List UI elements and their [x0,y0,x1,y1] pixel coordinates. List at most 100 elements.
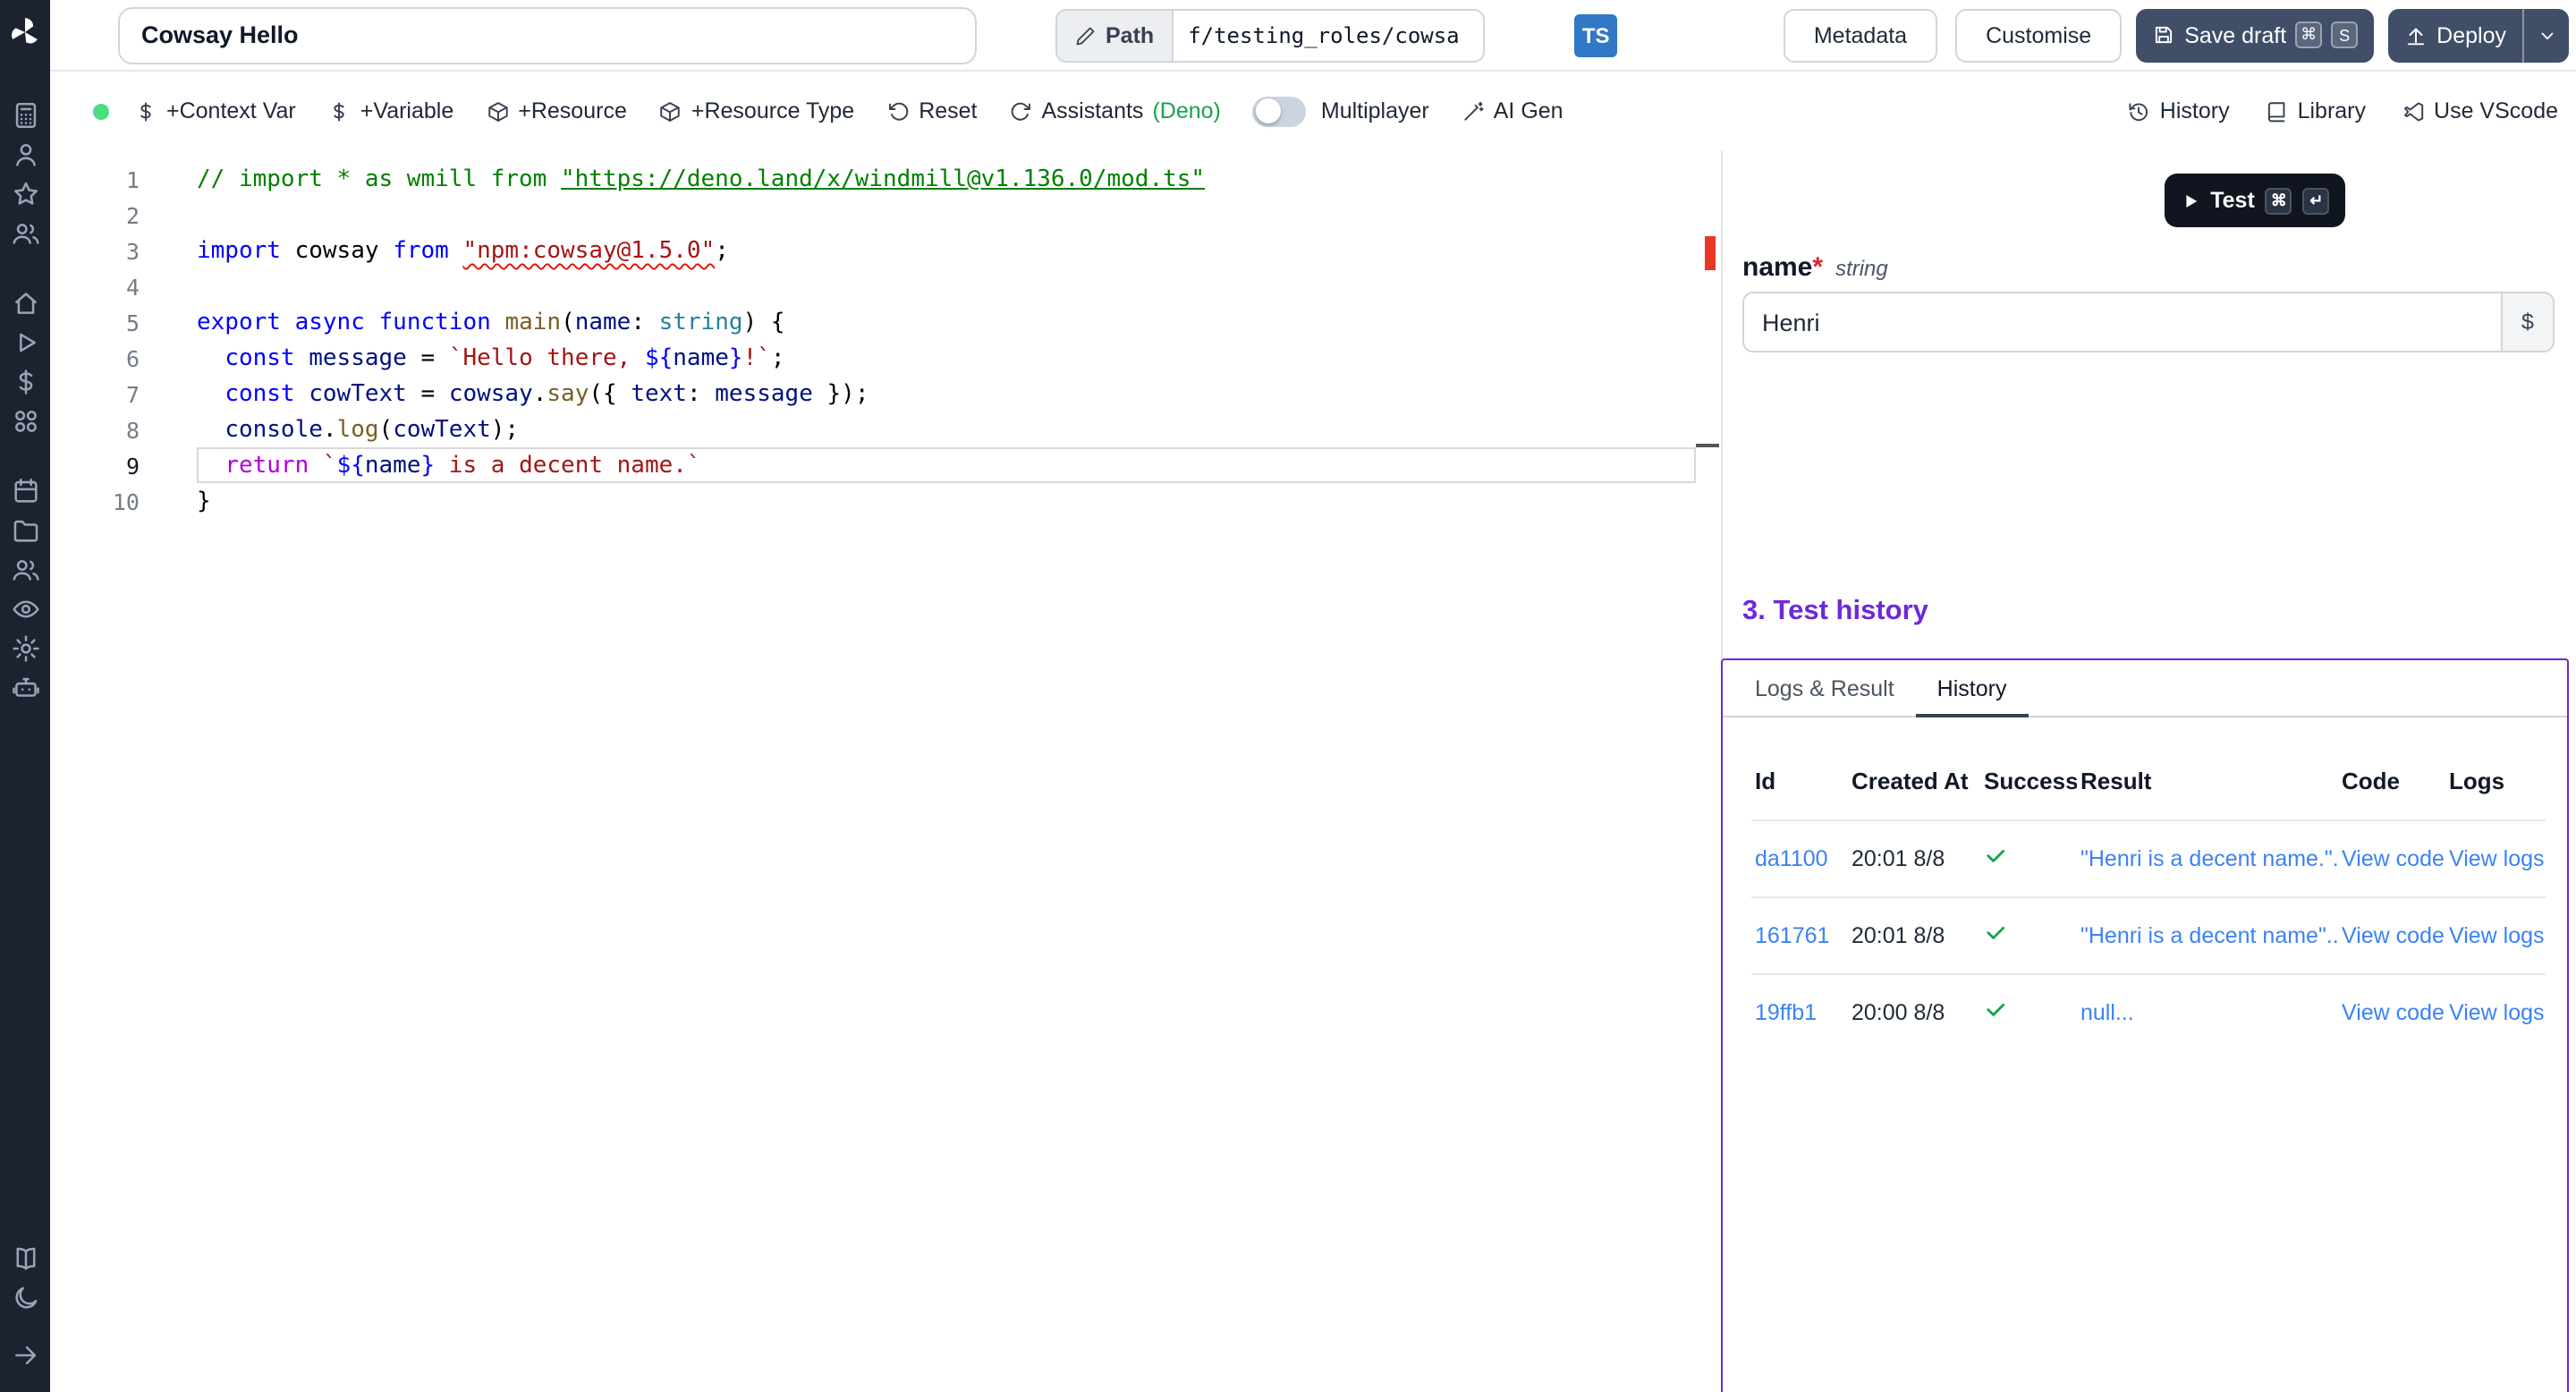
calculator-icon[interactable] [10,100,40,131]
star-icon[interactable] [10,179,40,209]
result-link[interactable]: "Henri is a decent name."... [2080,846,2338,871]
success-check-icon [1984,921,2007,945]
code-line[interactable]: 9 return `${name} is a decent name.` [50,447,1721,483]
logs-cell: View logs [2445,974,2546,1050]
toolbar-item-label: +Resource Type [691,98,854,123]
result-cell: null... [2077,974,2338,1050]
code-line[interactable]: 2 [50,197,1721,233]
deploy-dropdown-button[interactable] [2522,8,2569,62]
logs-cell: View logs [2445,820,2546,897]
editor-toolbar: +Context Var +Variable +Resource +Resource … [50,72,2576,150]
play-icon[interactable] [10,327,40,358]
result-link[interactable]: null... [2080,1000,2134,1025]
tab-history[interactable]: History [1916,660,2029,717]
test-button[interactable]: Test ⌘ ↵ [2164,174,2346,227]
chevron-down-icon [2536,24,2557,46]
toolbar-item-library[interactable]: Library [2266,98,2366,123]
wand-icon [1462,99,1485,123]
sidebar [0,0,50,1392]
code-line[interactable]: 1// import * as wmill from "https://deno… [50,161,1721,197]
history-icon [2128,99,2151,123]
code-text: console.log(cowText); [197,416,519,443]
line-number: 3 [50,237,140,264]
moon-icon[interactable] [10,1283,40,1313]
column-header: Id [1751,760,1848,820]
run-id-link[interactable]: 161761 [1755,923,1829,948]
view-logs-link[interactable]: View logs [2449,1000,2545,1025]
code-line[interactable]: 7 const cowText = cowsay.say({ text: mes… [50,376,1721,412]
logs-cell: View logs [2445,897,2546,974]
created-at-cell: 20:00 8/8 [1848,974,1980,1050]
sidebar-nav [10,100,40,712]
view-code-link[interactable]: View code [2342,846,2445,871]
bot-icon[interactable] [10,673,40,703]
script-name-input[interactable] [118,6,977,64]
code-line[interactable]: 3import cowsay from "npm:cowsay@1.5.0"; [50,233,1721,268]
toolbar-item-assistants[interactable]: Assistants(Deno) [1010,98,1221,123]
code-line[interactable]: 6 const message = `Hello there, ${name}!… [50,340,1721,376]
required-asterisk: * [1812,252,1823,283]
path-button[interactable]: Path [1055,8,1172,62]
code-line[interactable]: 10} [50,483,1721,519]
view-code-link[interactable]: View code [2342,923,2445,948]
id-cell: 161761 [1751,897,1848,974]
history-table: IdCreated AtSuccessResultCodeLogs da1100… [1751,760,2546,1050]
path-button-label: Path [1106,22,1154,47]
toolbar-item-label: Library [2298,98,2366,123]
code-line[interactable]: 8 console.log(cowText); [50,412,1721,447]
toolbar-item-reset[interactable]: Reset [886,98,977,123]
folder-icon[interactable] [10,515,40,546]
result-link[interactable]: "Henri is a decent name"... [2080,923,2338,948]
code-text: export async function main(name: string)… [197,309,785,335]
arrow-right-icon[interactable] [10,1340,40,1371]
id-cell: 19ffb1 [1751,974,1848,1050]
path-input[interactable] [1172,8,1485,62]
group-icon[interactable] [10,555,40,585]
run-id-link[interactable]: 19ffb1 [1755,1000,1817,1025]
line-number: 9 [50,452,140,479]
overview-ruler-error-marker [1705,236,1716,270]
toolbar-item--context-var[interactable]: +Context Var [134,98,296,123]
customise-button[interactable]: Customise [1955,8,2122,62]
argument-field-header: name* string [1723,252,2576,283]
code-editor[interactable]: 1// import * as wmill from "https://deno… [50,150,1721,1392]
result-cell: "Henri is a decent name."... [2077,820,2338,897]
ai-gen-label: AI Gen [1494,98,1563,123]
view-code-link[interactable]: View code [2342,1000,2445,1025]
metadata-button[interactable]: Metadata [1784,8,1937,62]
apps-icon[interactable] [10,406,40,437]
gear-icon[interactable] [10,633,40,664]
name-argument-input[interactable] [1742,292,2501,352]
save-draft-button[interactable]: Save draft ⌘ S [2136,8,2374,62]
editor-lines: 1// import * as wmill from "https://deno… [50,161,1721,519]
toolbar-item--resource[interactable]: +Resource [486,98,627,123]
dollar-icon[interactable] [10,367,40,397]
toolbar-item-use-vscode[interactable]: Use VScode [2402,98,2558,123]
run-id-link[interactable]: da1100 [1755,846,1828,871]
view-logs-link[interactable]: View logs [2449,846,2545,871]
windmill-logo-icon[interactable] [7,14,43,50]
multiplayer-toggle[interactable] [1253,96,1307,126]
multiplayer-group: Multiplayer [1253,96,1429,126]
users-icon[interactable] [10,218,40,249]
code-line[interactable]: 4 [50,268,1721,304]
view-logs-link[interactable]: View logs [2449,923,2545,948]
play-icon [2180,191,2199,210]
tab-logs-result[interactable]: Logs & Result [1733,660,1916,717]
code-cell: View code [2338,820,2445,897]
book-open-icon[interactable] [10,1243,40,1274]
code-line[interactable]: 5export async function main(name: string… [50,304,1721,340]
ai-gen-button[interactable]: AI Gen [1462,98,1563,123]
user-icon[interactable] [10,140,40,170]
home-icon[interactable] [10,288,40,318]
toolbar-item--variable[interactable]: +Variable [328,98,453,123]
toolbar-item--resource-type[interactable]: +Resource Type [659,98,854,123]
calendar-icon[interactable] [10,476,40,506]
toggle-knob [1256,98,1281,123]
eye-icon[interactable] [10,594,40,624]
variable-picker-button[interactable]: $ [2501,292,2555,352]
toolbar-item-history[interactable]: History [2128,98,2230,123]
toolbar-item-label: +Resource [518,98,627,123]
toolbar-item-label: +Variable [360,98,453,123]
deploy-button[interactable]: Deploy [2388,8,2522,62]
